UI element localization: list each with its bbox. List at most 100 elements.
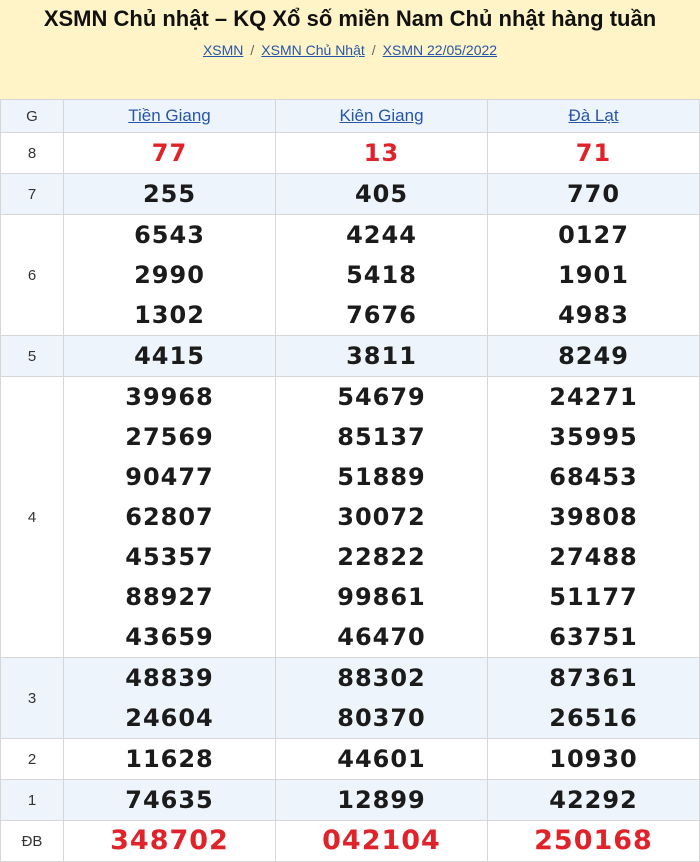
- table-row: 5 4415 3811 8249: [0, 335, 700, 377]
- result-cell: 255: [63, 173, 276, 215]
- result-cell: 0127 1901 4983: [487, 214, 700, 336]
- result-number: 24271: [549, 383, 638, 411]
- result-number: 51889: [337, 463, 426, 491]
- breadcrumb-xsmn-sunday[interactable]: XSMN Chủ Nhật: [261, 42, 364, 58]
- prize-label: 2: [0, 738, 64, 780]
- result-cell: 24271 35995 68453 39808 27488 51177 63751: [487, 376, 700, 658]
- result-number: 44601: [337, 745, 426, 773]
- result-number: 405: [354, 180, 409, 208]
- result-cell: 348702: [63, 820, 276, 862]
- result-number: 63751: [549, 623, 638, 651]
- result-cell: 42292: [487, 779, 700, 821]
- result-number: 46470: [337, 623, 426, 651]
- column-province-1: Tiền Giang: [63, 99, 276, 133]
- result-cell: 54679 85137 51889 30072 22822 99861 46470: [275, 376, 488, 658]
- prize-label: 3: [0, 657, 64, 739]
- table-row: 7 255 405 770: [0, 173, 700, 215]
- result-number: 0127: [558, 221, 629, 249]
- result-cell: 88302 80370: [275, 657, 488, 739]
- result-cell: 74635: [63, 779, 276, 821]
- result-number: 74635: [125, 786, 214, 814]
- result-cell: 10930: [487, 738, 700, 780]
- page-header: XSMN Chủ nhật – KQ Xổ số miền Nam Chủ nh…: [0, 0, 700, 99]
- result-number: 10930: [549, 745, 638, 773]
- prize-label: 4: [0, 376, 64, 658]
- result-number: 26516: [549, 704, 638, 732]
- result-number: 8249: [558, 342, 629, 370]
- column-province-3: Đà Lạt: [487, 99, 700, 133]
- result-number: 250168: [534, 825, 653, 856]
- result-number: 24604: [125, 704, 214, 732]
- prize-label: 8: [0, 132, 64, 174]
- breadcrumb-date[interactable]: XSMN 22/05/2022: [383, 42, 497, 58]
- result-number: 88302: [337, 664, 426, 692]
- province-link-kien-giang[interactable]: Kiên Giang: [339, 106, 423, 125]
- result-cell: 48839 24604: [63, 657, 276, 739]
- result-number: 39808: [549, 503, 638, 531]
- column-prize: G: [0, 99, 64, 133]
- result-number: 255: [142, 180, 197, 208]
- result-cell: 405: [275, 173, 488, 215]
- result-cell: 6543 2990 1302: [63, 214, 276, 336]
- page-title: XSMN Chủ nhật – KQ Xổ số miền Nam Chủ nh…: [43, 6, 657, 31]
- result-number: 71: [575, 139, 612, 167]
- breadcrumb: XSMN / XSMN Chủ Nhật / XSMN 22/05/2022: [0, 41, 700, 59]
- result-number: 22822: [337, 543, 426, 571]
- result-number: 42292: [549, 786, 638, 814]
- results-body: 8 77 13 71 7 255 405 770 6 6543 2990 1302 4244 5418 76…: [0, 132, 700, 862]
- table-row: 3 48839 24604 88302 80370 87361 26516: [0, 657, 700, 739]
- table-header-row: G Tiền Giang Kiên Giang Đà Lạt: [0, 99, 700, 133]
- result-number: 48839: [125, 664, 214, 692]
- result-number: 7676: [346, 301, 417, 329]
- result-number: 770: [566, 180, 621, 208]
- result-cell: 042104: [275, 820, 488, 862]
- result-number: 90477: [125, 463, 214, 491]
- prize-label: 1: [0, 779, 64, 821]
- result-number: 43659: [125, 623, 214, 651]
- result-number: 85137: [337, 423, 426, 451]
- province-link-da-lat[interactable]: Đà Lạt: [568, 106, 618, 125]
- result-number: 45357: [125, 543, 214, 571]
- result-number: 99861: [337, 583, 426, 611]
- results-table: G Tiền Giang Kiên Giang Đà Lạt 8 77 13 71 7 2…: [0, 99, 700, 862]
- result-number: 2990: [134, 261, 205, 289]
- result-cell: 71: [487, 132, 700, 174]
- province-link-tien-giang[interactable]: Tiền Giang: [128, 106, 211, 125]
- table-row: 4 39968 27569 90477 62807 45357 88927 43659 5467…: [0, 376, 700, 658]
- result-number: 27488: [549, 543, 638, 571]
- result-number: 77: [151, 139, 188, 167]
- result-cell: 87361 26516: [487, 657, 700, 739]
- result-number: 11628: [125, 745, 214, 773]
- result-number: 4244: [346, 221, 417, 249]
- result-number: 62807: [125, 503, 214, 531]
- result-cell: 3811: [275, 335, 488, 377]
- prize-label: 7: [0, 173, 64, 215]
- result-number: 12899: [337, 786, 426, 814]
- result-number: 4415: [134, 342, 205, 370]
- result-number: 1302: [134, 301, 205, 329]
- result-number: 30072: [337, 503, 426, 531]
- breadcrumb-separator: /: [250, 42, 255, 58]
- result-cell: 770: [487, 173, 700, 215]
- result-cell: 44601: [275, 738, 488, 780]
- table-row: ĐB 348702 042104 250168: [0, 820, 700, 862]
- result-number: 35995: [549, 423, 638, 451]
- result-number: 54679: [337, 383, 426, 411]
- result-number: 80370: [337, 704, 426, 732]
- result-number: 348702: [110, 825, 229, 856]
- result-cell: 13: [275, 132, 488, 174]
- result-cell: 39968 27569 90477 62807 45357 88927 43659: [63, 376, 276, 658]
- result-number: 51177: [549, 583, 638, 611]
- breadcrumb-xsmn[interactable]: XSMN: [203, 42, 243, 58]
- prize-label: 5: [0, 335, 64, 377]
- result-number: 27569: [125, 423, 214, 451]
- table-row: 8 77 13 71: [0, 132, 700, 174]
- result-number: 1901: [558, 261, 629, 289]
- prize-label: ĐB: [0, 820, 64, 862]
- result-cell: 4415: [63, 335, 276, 377]
- result-cell: 250168: [487, 820, 700, 862]
- result-cell: 8249: [487, 335, 700, 377]
- table-row: 1 74635 12899 42292: [0, 779, 700, 821]
- result-number: 3811: [346, 342, 417, 370]
- result-number: 042104: [322, 825, 441, 856]
